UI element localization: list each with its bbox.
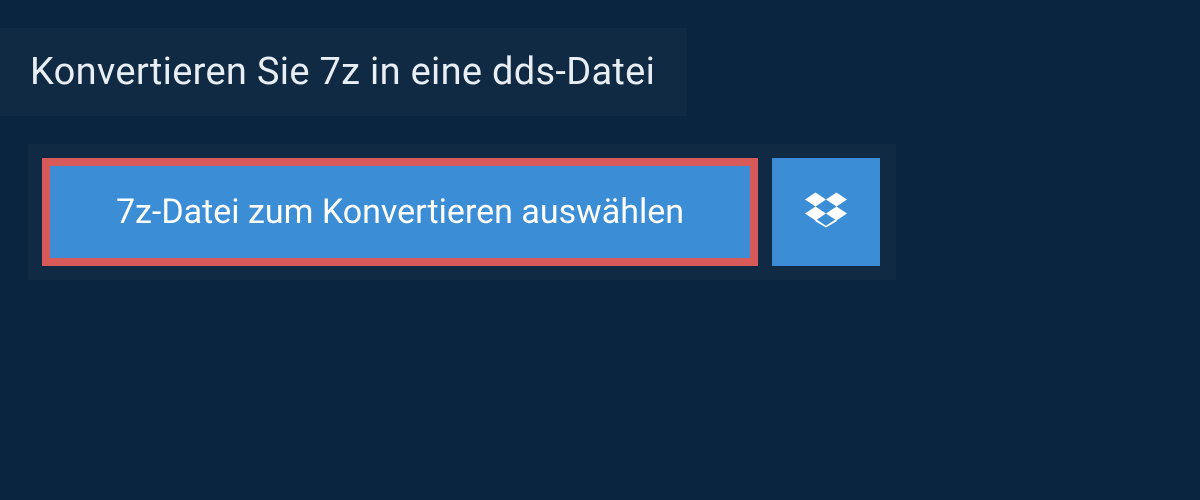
select-file-label: 7z-Datei zum Konvertieren auswählen — [116, 192, 684, 232]
page-title: Konvertieren Sie 7z in eine dds-Datei — [30, 50, 655, 94]
action-panel: 7z-Datei zum Konvertieren auswählen — [28, 144, 896, 280]
dropbox-button[interactable] — [772, 158, 880, 266]
dropbox-icon — [805, 189, 847, 235]
title-bar: Konvertieren Sie 7z in eine dds-Datei — [0, 28, 687, 116]
select-file-button[interactable]: 7z-Datei zum Konvertieren auswählen — [42, 158, 758, 266]
